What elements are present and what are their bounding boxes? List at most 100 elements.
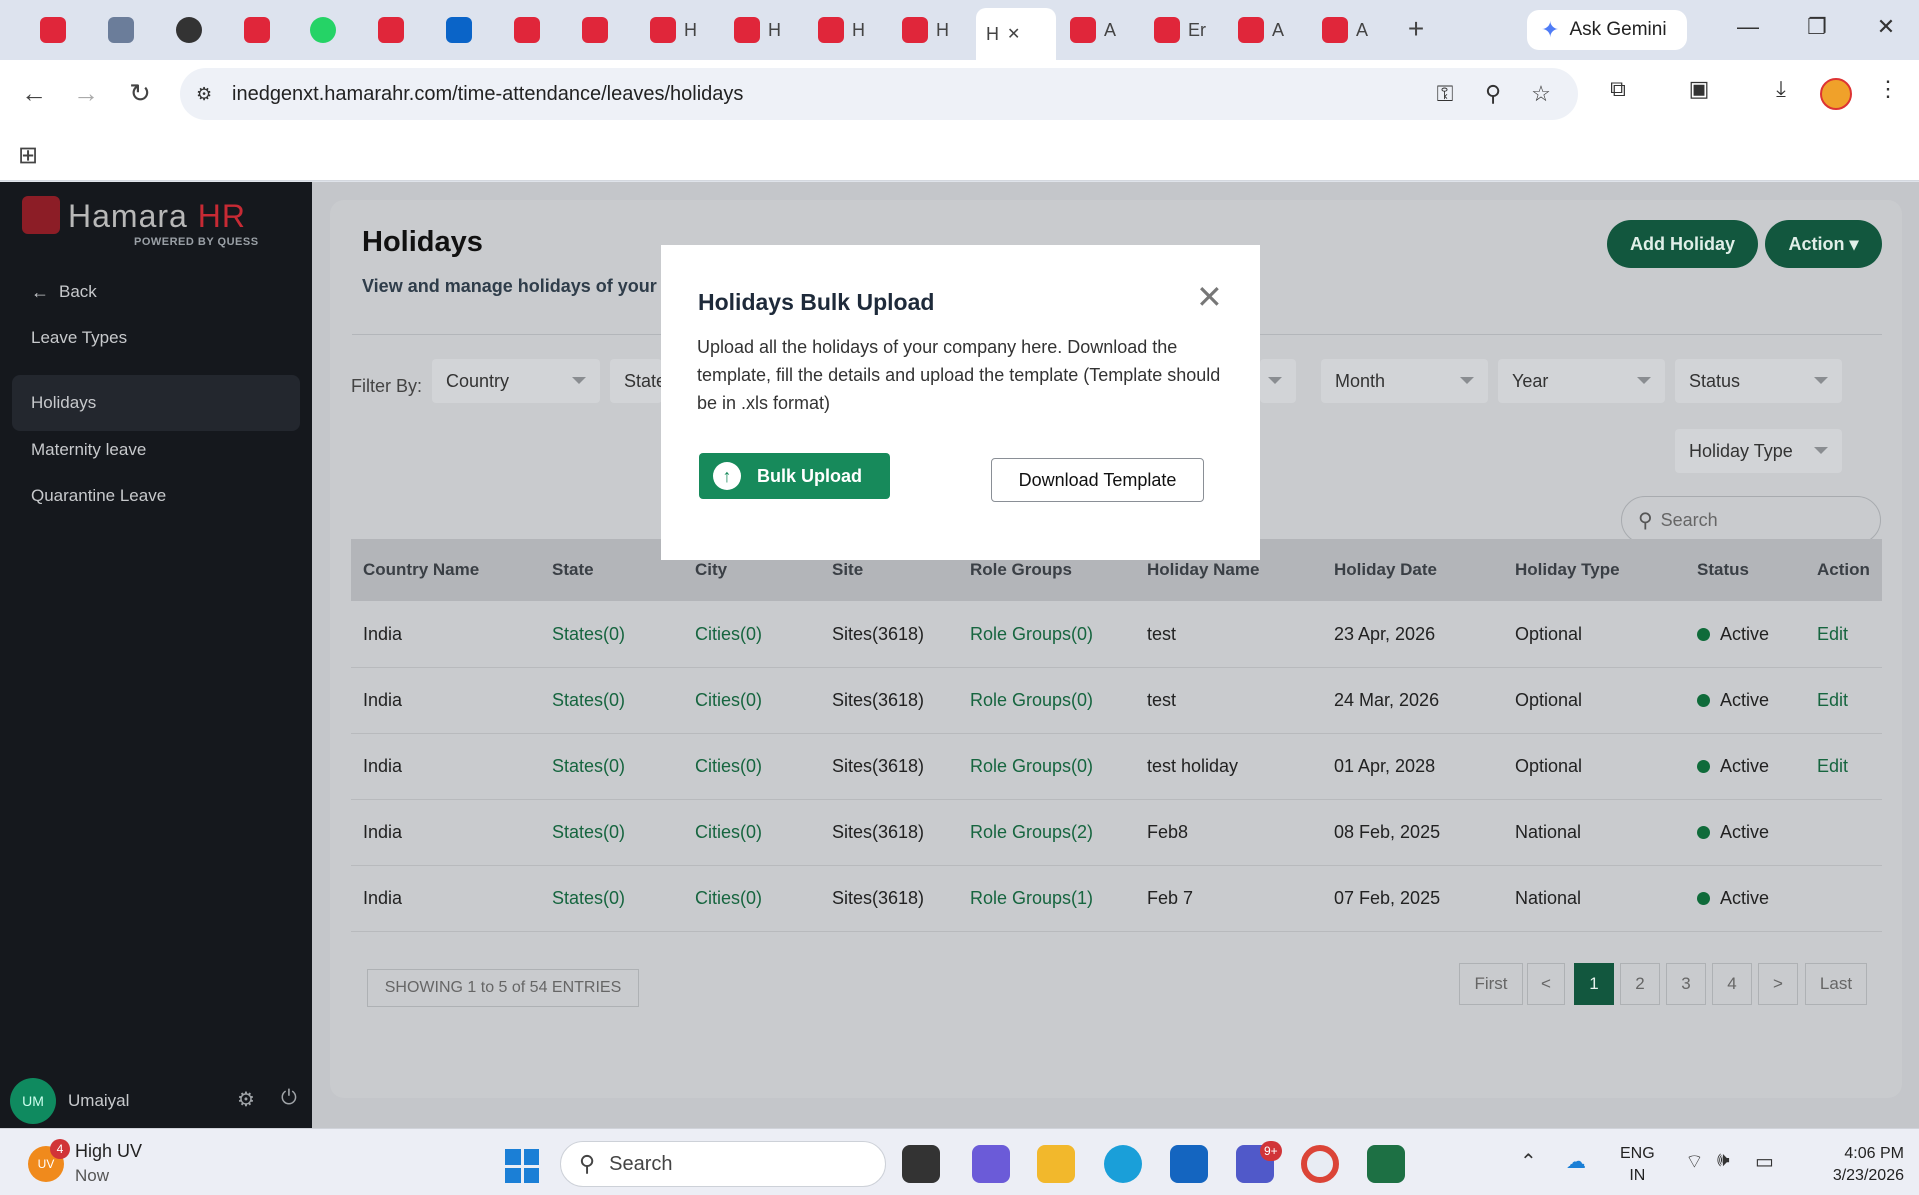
file-explorer-icon[interactable] xyxy=(1037,1145,1075,1183)
browser-tab[interactable]: H ✕ xyxy=(976,8,1056,60)
browser-tab[interactable] xyxy=(300,10,346,50)
pagination-button[interactable]: < xyxy=(1527,963,1565,1005)
pagination-button[interactable]: 3 xyxy=(1666,963,1706,1005)
browser-tab[interactable]: A xyxy=(1228,10,1294,50)
ask-gemini-button[interactable]: ✦ Ask Gemini xyxy=(1527,10,1687,50)
browser-tab[interactable]: A xyxy=(1060,10,1126,50)
new-tab-button[interactable]: + xyxy=(1400,14,1432,46)
chevron-up-icon[interactable]: ⌃ xyxy=(1520,1149,1537,1174)
apps-grid-icon[interactable]: ⊞ xyxy=(18,141,38,170)
download-template-button[interactable]: Download Template xyxy=(991,458,1204,502)
minimize-window-button[interactable]: — xyxy=(1728,14,1768,40)
sidebar-item-leave-types[interactable]: Leave Types xyxy=(12,310,300,366)
onedrive-cloud-icon[interactable]: ☁ xyxy=(1566,1149,1586,1174)
bulk-upload-button[interactable]: ↑ Bulk Upload xyxy=(699,453,890,499)
edit-link[interactable]: Edit xyxy=(1817,624,1848,645)
hamarahr-logo[interactable]: Hamara HR POWERED BY QUESS xyxy=(22,196,262,248)
browser-tab[interactable] xyxy=(436,10,482,50)
browser-tab[interactable]: H xyxy=(808,10,875,50)
volume-icon[interactable]: 🕪 xyxy=(1717,1149,1730,1172)
close-icon[interactable]: ✕ xyxy=(1196,281,1223,313)
cell-state[interactable]: States(0) xyxy=(552,888,625,909)
settings-gear-icon[interactable]: ⚙ xyxy=(237,1087,255,1112)
browser-tab[interactable]: Er xyxy=(1144,10,1216,50)
status-filter[interactable]: Status xyxy=(1675,359,1842,403)
edge-icon[interactable] xyxy=(1104,1145,1142,1183)
cell-state[interactable]: States(0) xyxy=(552,624,625,645)
browser-tab[interactable]: H xyxy=(724,10,791,50)
action-dropdown-button[interactable]: Action ▾ xyxy=(1765,220,1882,268)
browser-tab[interactable] xyxy=(166,10,212,50)
cell-state[interactable]: States(0) xyxy=(552,690,625,711)
system-clock[interactable]: 4:06 PM 3/23/2026 xyxy=(1808,1143,1904,1187)
task-view-icon[interactable] xyxy=(902,1145,940,1183)
pagination-button[interactable]: 1 xyxy=(1574,963,1614,1005)
power-icon[interactable]: ⏻ xyxy=(281,1087,297,1110)
url-text[interactable]: inedgenxt.hamarahr.com/time-attendance/l… xyxy=(232,83,743,106)
pagination-button[interactable]: Last xyxy=(1805,963,1867,1005)
taskbar-search-input[interactable]: ⚲ Search xyxy=(560,1141,886,1187)
chrome-icon[interactable] xyxy=(1301,1145,1339,1183)
extensions-icon[interactable]: ⧉ xyxy=(1602,76,1634,102)
cell-city[interactable]: Cities(0) xyxy=(695,690,762,711)
browser-tab[interactable] xyxy=(234,10,280,50)
search-input[interactable]: ⚲ Search xyxy=(1621,496,1881,544)
cell-state[interactable]: States(0) xyxy=(552,822,625,843)
windows-start-icon[interactable] xyxy=(505,1149,539,1183)
browser-tab[interactable] xyxy=(368,10,414,50)
pagination-button[interactable]: 4 xyxy=(1712,963,1752,1005)
bookmark-star-icon[interactable]: ☆ xyxy=(1526,81,1556,107)
holiday-type-filter[interactable]: Holiday Type xyxy=(1675,429,1842,473)
filter-select[interactable] xyxy=(1260,359,1296,403)
close-window-button[interactable]: ✕ xyxy=(1866,14,1906,40)
microsoft-store-icon[interactable] xyxy=(1170,1145,1208,1183)
sidebar-item-quarantine-leave[interactable]: Quarantine Leave xyxy=(12,468,300,524)
state-filter[interactable]: State xyxy=(610,359,662,403)
omnibox[interactable]: ⚙ inedgenxt.hamarahr.com/time-attendance… xyxy=(180,68,1578,120)
cell-city[interactable]: Cities(0) xyxy=(695,756,762,777)
restore-window-button[interactable]: ❐ xyxy=(1797,14,1837,40)
weather-title[interactable]: High UV xyxy=(75,1141,142,1162)
cell-state[interactable]: States(0) xyxy=(552,756,625,777)
downloads-icon[interactable]: ⤓ xyxy=(1765,76,1797,102)
back-nav-button[interactable]: ← xyxy=(16,76,52,112)
year-filter[interactable]: Year xyxy=(1498,359,1665,403)
user-profile[interactable]: UM Umaiyal xyxy=(10,1077,300,1125)
cell-role-groups[interactable]: Role Groups(0) xyxy=(970,756,1093,777)
edit-link[interactable]: Edit xyxy=(1817,690,1848,711)
country-filter[interactable]: Country xyxy=(432,359,600,403)
edit-link[interactable]: Edit xyxy=(1817,756,1848,777)
browser-tab[interactable]: H xyxy=(892,10,959,50)
browser-menu-icon[interactable]: ⋮ xyxy=(1872,76,1904,102)
cell-role-groups[interactable]: Role Groups(0) xyxy=(970,690,1093,711)
cell-role-groups[interactable]: Role Groups(0) xyxy=(970,624,1093,645)
browser-tab[interactable] xyxy=(572,10,618,50)
cell-city[interactable]: Cities(0) xyxy=(695,624,762,645)
add-holiday-button[interactable]: Add Holiday xyxy=(1607,220,1758,268)
profile-avatar[interactable] xyxy=(1820,78,1852,110)
site-info-icon[interactable]: ⚙ xyxy=(196,84,220,105)
browser-tab[interactable]: A xyxy=(1312,10,1378,50)
m365-copilot-icon[interactable] xyxy=(972,1145,1010,1183)
pagination-button[interactable]: First xyxy=(1459,963,1523,1005)
battery-icon[interactable]: ▭ xyxy=(1755,1149,1774,1174)
cell-city[interactable]: Cities(0) xyxy=(695,888,762,909)
browser-tab[interactable] xyxy=(504,10,550,50)
tab-close-icon[interactable]: ✕ xyxy=(1007,24,1020,44)
zoom-icon[interactable]: ⚲ xyxy=(1478,81,1508,107)
month-filter[interactable]: Month xyxy=(1321,359,1488,403)
cell-role-groups[interactable]: Role Groups(1) xyxy=(970,888,1093,909)
language-indicator[interactable]: ENG IN xyxy=(1620,1143,1655,1187)
pagination-button[interactable]: > xyxy=(1758,963,1798,1005)
cell-role-groups[interactable]: Role Groups(2) xyxy=(970,822,1093,843)
browser-tab[interactable]: H xyxy=(640,10,707,50)
cell-city[interactable]: Cities(0) xyxy=(695,822,762,843)
browser-tab[interactable] xyxy=(98,10,144,50)
forward-nav-button[interactable]: → xyxy=(68,76,104,112)
browser-tab[interactable] xyxy=(30,10,76,50)
wifi-icon[interactable]: ⌔ xyxy=(1685,1149,1704,1174)
pagination-button[interactable]: 2 xyxy=(1620,963,1660,1005)
reload-button[interactable]: ↻ xyxy=(122,76,158,112)
screen-search-icon[interactable]: ▣ xyxy=(1683,76,1715,102)
excel-icon[interactable] xyxy=(1367,1145,1405,1183)
